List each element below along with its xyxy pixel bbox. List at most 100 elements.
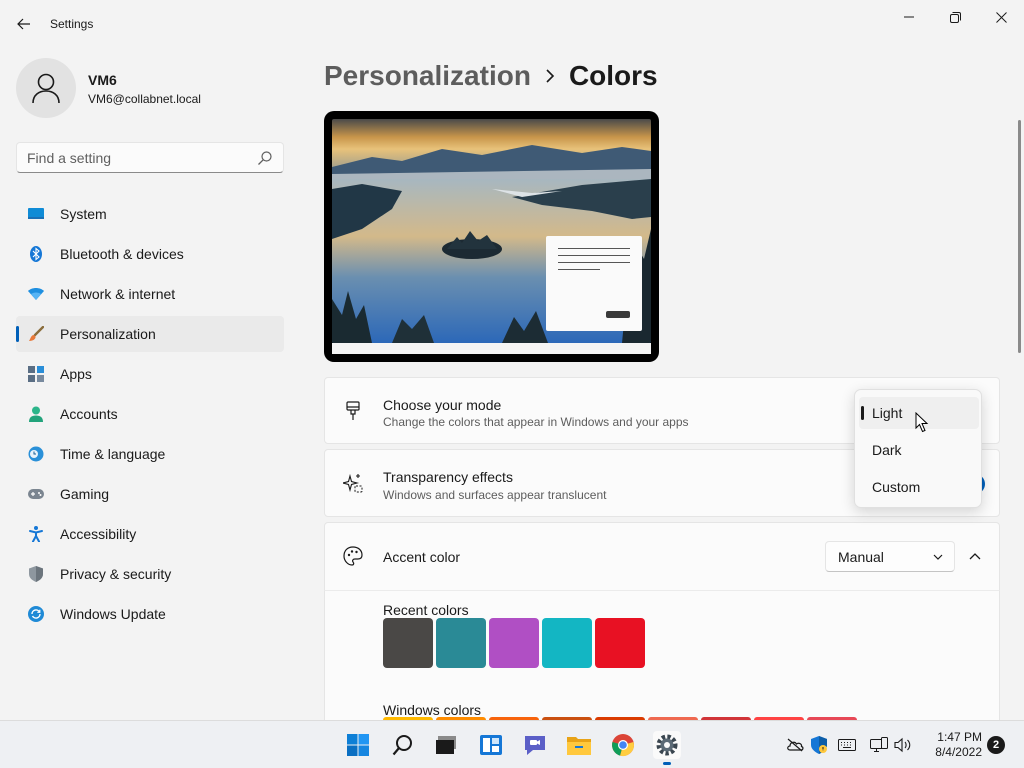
notification-badge[interactable]: 2 bbox=[987, 736, 1005, 754]
accent-mode-dropdown[interactable]: Manual bbox=[825, 541, 955, 572]
teams-chat-button[interactable] bbox=[521, 731, 549, 759]
sidebar-item-label: Network & internet bbox=[60, 286, 176, 302]
sidebar-item-accounts[interactable]: Accounts bbox=[16, 396, 284, 432]
sidebar-item-label: Privacy & security bbox=[60, 566, 172, 582]
clock-time: 1:47 PM bbox=[937, 730, 982, 744]
mode-option-custom[interactable]: Custom bbox=[859, 471, 979, 503]
back-button[interactable] bbox=[12, 12, 36, 36]
volume-button[interactable] bbox=[894, 736, 912, 754]
start-button[interactable] bbox=[344, 731, 372, 759]
mode-option-dark[interactable]: Dark bbox=[859, 434, 979, 466]
sidebar-item-label: Bluetooth & devices bbox=[60, 246, 184, 262]
restore-button[interactable] bbox=[933, 4, 977, 30]
recent-color-swatch[interactable] bbox=[595, 618, 645, 668]
teams-chat-icon bbox=[525, 736, 545, 755]
accent-collapse-button[interactable] bbox=[961, 543, 989, 571]
start-icon bbox=[347, 734, 369, 756]
user-email: VM6@collabnet.local bbox=[88, 92, 201, 106]
onedrive-offline-icon bbox=[787, 738, 804, 752]
sidebar-item-label: Time & language bbox=[60, 446, 166, 462]
network-tray-button[interactable] bbox=[870, 736, 888, 754]
user-name: VM6 bbox=[88, 72, 117, 88]
sidebar-item-privacy-security[interactable]: Privacy & security bbox=[16, 556, 284, 592]
network-icon bbox=[28, 286, 44, 302]
widgets-icon bbox=[480, 735, 502, 755]
widgets-button[interactable] bbox=[477, 731, 505, 759]
settings-app-button[interactable] bbox=[653, 731, 681, 765]
network-display-icon bbox=[870, 737, 888, 752]
chevron-right-icon bbox=[545, 69, 555, 83]
windows-update-icon bbox=[28, 606, 44, 622]
defender-button[interactable] bbox=[810, 736, 828, 754]
preview-wallpaper bbox=[332, 119, 651, 343]
defender-shield-icon bbox=[811, 736, 827, 754]
accent-title: Accent color bbox=[383, 549, 461, 565]
restore-icon bbox=[949, 11, 961, 23]
sidebar-item-apps[interactable]: Apps bbox=[16, 356, 284, 392]
sidebar-item-personalization[interactable]: Personalization bbox=[16, 316, 284, 352]
mode-dropdown-popup: Light Dark Custom bbox=[854, 389, 982, 508]
search-input[interactable] bbox=[27, 149, 247, 167]
gaming-icon bbox=[28, 486, 44, 502]
task-view-button[interactable] bbox=[432, 731, 460, 759]
palette-icon bbox=[343, 546, 363, 566]
sparkle-icon bbox=[343, 473, 363, 493]
bluetooth-icon bbox=[28, 246, 44, 262]
system-icon bbox=[28, 206, 44, 222]
search-icon[interactable] bbox=[257, 150, 273, 166]
recent-color-swatch[interactable] bbox=[436, 618, 486, 668]
accounts-icon bbox=[28, 406, 44, 422]
apps-icon bbox=[28, 366, 44, 382]
recent-color-swatch[interactable] bbox=[383, 618, 433, 668]
preview-taskbar bbox=[332, 343, 651, 354]
personalization-icon bbox=[28, 326, 44, 342]
user-profile[interactable]: VM6 VM6@collabnet.local bbox=[16, 58, 286, 118]
close-button[interactable] bbox=[979, 4, 1023, 30]
chrome-button[interactable] bbox=[609, 731, 637, 759]
recent-color-swatch[interactable] bbox=[542, 618, 592, 668]
transparency-title: Transparency effects bbox=[383, 469, 513, 485]
file-explorer-button[interactable] bbox=[565, 731, 593, 759]
recent-colors-label: Recent colors bbox=[383, 602, 469, 618]
sidebar-item-time-language[interactable]: Time & language bbox=[16, 436, 284, 472]
chevron-down-icon bbox=[933, 554, 943, 560]
minimize-button[interactable] bbox=[887, 4, 931, 30]
sidebar-item-accessibility[interactable]: Accessibility bbox=[16, 516, 284, 552]
file-explorer-icon bbox=[567, 737, 591, 755]
keyboard-button[interactable] bbox=[838, 736, 856, 754]
sidebar-item-system[interactable]: System bbox=[16, 196, 284, 232]
breadcrumb-parent[interactable]: Personalization bbox=[324, 60, 531, 92]
taskbar-clock[interactable]: 1:47 PM 8/4/2022 bbox=[920, 730, 982, 760]
recent-color-swatch[interactable] bbox=[489, 618, 539, 668]
sidebar-item-label: System bbox=[60, 206, 107, 222]
sidebar-item-label: Personalization bbox=[60, 326, 156, 342]
search-box[interactable] bbox=[16, 142, 284, 173]
taskbar-search-button[interactable] bbox=[389, 731, 417, 759]
sidebar-item-windows-update[interactable]: Windows Update bbox=[16, 596, 284, 632]
brush-icon bbox=[343, 401, 363, 421]
clock-date: 8/4/2022 bbox=[935, 745, 982, 759]
sidebar-item-network-internet[interactable]: Network & internet bbox=[16, 276, 284, 312]
time-language-icon bbox=[28, 446, 44, 462]
mouse-cursor-icon bbox=[915, 412, 929, 433]
scrollbar[interactable] bbox=[1018, 120, 1021, 353]
theme-preview bbox=[324, 111, 659, 362]
sidebar-item-label: Gaming bbox=[60, 486, 110, 502]
sidebar-item-gaming[interactable]: Gaming bbox=[16, 476, 284, 512]
search-icon bbox=[392, 735, 412, 756]
transparency-subtitle: Windows and surfaces appear translucent bbox=[383, 488, 607, 502]
avatar bbox=[16, 58, 76, 118]
sidebar-item-label: Accessibility bbox=[60, 526, 137, 542]
title-bar: Settings bbox=[0, 0, 1024, 48]
page-title: Colors bbox=[568, 60, 658, 91]
onedrive-button[interactable] bbox=[786, 736, 804, 754]
task-view-icon bbox=[436, 736, 456, 754]
settings-gear-icon bbox=[656, 734, 678, 756]
accessibility-icon bbox=[28, 526, 44, 542]
mode-subtitle: Change the colors that appear in Windows… bbox=[383, 415, 689, 429]
keyboard-icon bbox=[838, 739, 856, 751]
sidebar-item-bluetooth-devices[interactable]: Bluetooth & devices bbox=[16, 236, 284, 272]
sidebar-item-label: Windows Update bbox=[60, 606, 166, 622]
privacy-shield-icon bbox=[28, 566, 44, 582]
back-arrow-icon bbox=[17, 18, 30, 30]
